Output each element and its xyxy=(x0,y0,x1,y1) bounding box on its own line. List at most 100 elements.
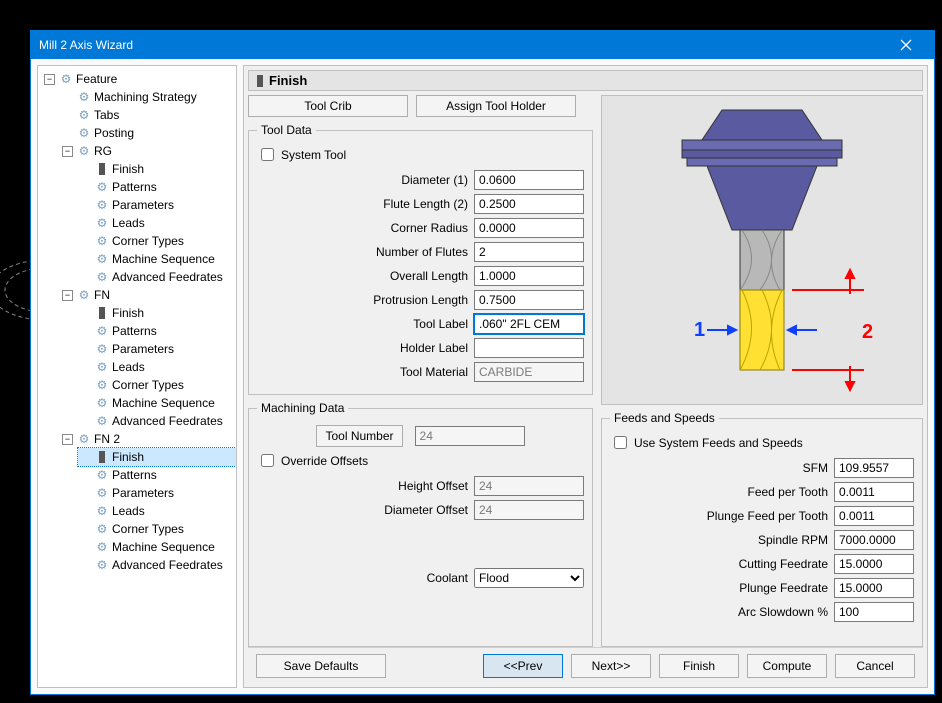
tree-posting[interactable]: ⚙Posting xyxy=(60,124,236,142)
corner-radius-input[interactable] xyxy=(474,218,584,238)
feature-tree[interactable]: − ⚙ Feature ⚙Machining Strategy ⚙Tabs ⚙P… xyxy=(37,65,237,688)
tree-group-fn[interactable]: −⚙FN xyxy=(60,286,236,304)
tool-label-input[interactable] xyxy=(474,314,584,334)
finish-icon xyxy=(94,161,110,177)
coolant-select[interactable]: Flood xyxy=(474,568,584,588)
gear-icon: ⚙ xyxy=(76,287,92,303)
gear-icon: ⚙ xyxy=(94,503,110,519)
tool-crib-button[interactable]: Tool Crib xyxy=(248,95,408,117)
close-button[interactable] xyxy=(886,31,926,59)
tree-label: Leads xyxy=(112,216,145,230)
tree-label: Parameters xyxy=(112,342,174,356)
feed-per-tooth-input[interactable] xyxy=(834,482,914,502)
tree-child[interactable]: ⚙Machine Sequence xyxy=(78,394,236,412)
page-title: Finish xyxy=(269,73,307,88)
tree-label: Advanced Feedrates xyxy=(112,270,223,284)
wizard-dialog: Mill 2 Axis Wizard − ⚙ Feature ⚙Machinin… xyxy=(30,30,935,695)
tree-child[interactable]: ⚙Advanced Feedrates xyxy=(78,268,236,286)
system-tool-checkbox[interactable] xyxy=(261,148,274,161)
sfm-input[interactable] xyxy=(834,458,914,478)
tree-group-rg[interactable]: −⚙RG xyxy=(60,142,236,160)
tree-child[interactable]: ⚙Patterns xyxy=(78,466,236,484)
tree-child[interactable]: ⚙Advanced Feedrates xyxy=(78,412,236,430)
titlebar[interactable]: Mill 2 Axis Wizard xyxy=(31,31,934,59)
tree-label: Parameters xyxy=(112,486,174,500)
page-header: Finish xyxy=(248,70,923,91)
gear-icon: ⚙ xyxy=(94,251,110,267)
arc-slowdown-input[interactable] xyxy=(834,602,914,622)
gear-icon: ⚙ xyxy=(76,125,92,141)
tree-child[interactable]: ⚙Corner Types xyxy=(78,520,236,538)
tree-child[interactable]: ⚙Machine Sequence xyxy=(78,250,236,268)
tree-child[interactable]: Finish xyxy=(78,448,236,466)
tree-machining-strategy[interactable]: ⚙Machining Strategy xyxy=(60,88,236,106)
gear-icon: ⚙ xyxy=(76,143,92,159)
collapse-icon[interactable]: − xyxy=(62,434,73,445)
gear-icon: ⚙ xyxy=(94,557,110,573)
tree-label: Corner Types xyxy=(112,234,184,248)
tree-child[interactable]: ⚙Advanced Feedrates xyxy=(78,556,236,574)
use-system-feeds-checkbox[interactable] xyxy=(614,436,627,449)
tree-tabs[interactable]: ⚙Tabs xyxy=(60,106,236,124)
tree-child[interactable]: ⚙Patterns xyxy=(78,178,236,196)
prev-button[interactable]: <<Prev xyxy=(483,654,563,678)
collapse-icon[interactable]: − xyxy=(44,74,55,85)
holder-label-input[interactable] xyxy=(474,338,584,358)
dim-1-label: 1 xyxy=(694,319,705,341)
gear-icon: ⚙ xyxy=(76,107,92,123)
tree-child[interactable]: Finish xyxy=(78,160,236,178)
gear-icon: ⚙ xyxy=(58,71,74,87)
tree-child[interactable]: ⚙Leads xyxy=(78,358,236,376)
collapse-icon[interactable]: − xyxy=(62,290,73,301)
spindle-rpm-input[interactable] xyxy=(834,530,914,550)
tree-child[interactable]: ⚙Parameters xyxy=(78,340,236,358)
tree-child[interactable]: ⚙Leads xyxy=(78,502,236,520)
tree-child[interactable]: ⚙Patterns xyxy=(78,322,236,340)
gear-icon: ⚙ xyxy=(94,323,110,339)
protrusion-length-input[interactable] xyxy=(474,290,584,310)
override-offsets-label: Override Offsets xyxy=(281,454,368,468)
tree-label: Machine Sequence xyxy=(112,540,215,554)
collapse-icon[interactable]: − xyxy=(62,146,73,157)
next-button[interactable]: Next>> xyxy=(571,654,651,678)
cutting-feedrate-input[interactable] xyxy=(834,554,914,574)
flute-length-input[interactable] xyxy=(474,194,584,214)
tree-group-fn2[interactable]: −⚙FN 2 xyxy=(60,430,236,448)
plunge-feedrate-input[interactable] xyxy=(834,578,914,598)
diameter-input[interactable] xyxy=(474,170,584,190)
tool-material-input[interactable] xyxy=(474,362,584,382)
diameter-offset-input[interactable] xyxy=(474,500,584,520)
dim-2-label: 2 xyxy=(862,321,873,343)
feeds-speeds-legend: Feeds and Speeds xyxy=(610,411,719,425)
tree-child[interactable]: ⚙Corner Types xyxy=(78,232,236,250)
tree-label: Finish xyxy=(112,450,144,464)
tool-number-input[interactable] xyxy=(415,426,525,446)
tool-data-group: Tool Data System Tool Diameter (1) Flute… xyxy=(248,123,593,395)
tool-preview-viewport[interactable]: 1 2 xyxy=(601,95,923,405)
height-offset-input[interactable] xyxy=(474,476,584,496)
tree-child[interactable]: ⚙Leads xyxy=(78,214,236,232)
tree-child[interactable]: ⚙Corner Types xyxy=(78,376,236,394)
tool-data-legend: Tool Data xyxy=(257,123,316,137)
tree-root-feature[interactable]: − ⚙ Feature xyxy=(42,70,236,88)
plunge-feed-per-tooth-input[interactable] xyxy=(834,506,914,526)
save-defaults-button[interactable]: Save Defaults xyxy=(256,654,386,678)
tool-number-button[interactable]: Tool Number xyxy=(316,425,402,447)
override-offsets-checkbox[interactable] xyxy=(261,454,274,467)
tree-label: Parameters xyxy=(112,198,174,212)
tree-child[interactable]: ⚙Parameters xyxy=(78,196,236,214)
compute-button[interactable]: Compute xyxy=(747,654,827,678)
machining-data-group: Machining Data Tool Number Override Offs… xyxy=(248,401,593,647)
assign-tool-holder-button[interactable]: Assign Tool Holder xyxy=(416,95,576,117)
tool-preview-graphic: 1 2 xyxy=(612,100,912,400)
tree-label: Finish xyxy=(112,306,144,320)
tree-child[interactable]: ⚙Parameters xyxy=(78,484,236,502)
tree-label: Machine Sequence xyxy=(112,396,215,410)
finish-button[interactable]: Finish xyxy=(659,654,739,678)
num-flutes-input[interactable] xyxy=(474,242,584,262)
tree-child[interactable]: ⚙Machine Sequence xyxy=(78,538,236,556)
machining-data-legend: Machining Data xyxy=(257,401,348,415)
tree-child[interactable]: Finish xyxy=(78,304,236,322)
cancel-button[interactable]: Cancel xyxy=(835,654,915,678)
overall-length-input[interactable] xyxy=(474,266,584,286)
